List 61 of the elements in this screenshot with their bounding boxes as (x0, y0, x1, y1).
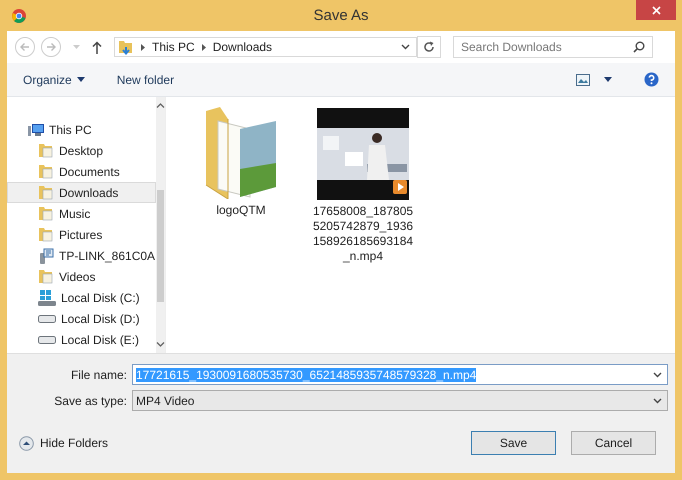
field-label: Save as type: (53, 394, 127, 408)
window-title: Save As (313, 7, 369, 24)
folder-icon (38, 269, 54, 284)
caret-icon (76, 77, 85, 82)
cancel-button[interactable]: Cancel (571, 431, 656, 455)
folder-icon (38, 164, 54, 179)
folder-icon (38, 185, 54, 200)
sidebar-item[interactable]: Music (7, 203, 156, 224)
sidebar-item[interactable]: Local Disk (D:) (7, 308, 156, 329)
breadcrumb-item[interactable]: This PC (152, 40, 195, 54)
folder-icon (204, 107, 278, 199)
new-folder-button[interactable]: New folder (110, 70, 180, 90)
folder-icon (118, 39, 134, 55)
caret-icon[interactable] (604, 77, 612, 82)
drive-icon (38, 314, 56, 322)
sidebar-item[interactable]: Videos (7, 266, 156, 287)
system-drive-icon (38, 290, 56, 306)
save-button[interactable]: Save (471, 431, 556, 455)
computer-icon (28, 122, 44, 136)
search-field[interactable]: Search Downloads (453, 36, 653, 58)
forward-arrow-icon (46, 42, 56, 52)
network-device-icon (38, 248, 54, 264)
dropdown-chevron-icon[interactable] (401, 44, 410, 50)
search-icon (633, 41, 645, 53)
organize-menu[interactable]: Organize (17, 70, 91, 90)
sidebar-item[interactable]: Desktop (7, 140, 156, 161)
collapse-icon (19, 436, 34, 450)
file-name[interactable]: 17658008_1878055205742879_1936158926185693184_n.mp4 (312, 204, 414, 264)
sidebar-item[interactable]: TP-LINK_861C0A (7, 245, 156, 266)
file-type-dropdown[interactable]: MP4 Video (132, 390, 668, 411)
sidebar-item[interactable]: Documents (7, 161, 156, 182)
help-icon[interactable] (644, 72, 659, 87)
address-bar[interactable]: This PC Downloads (114, 37, 417, 57)
sidebar-item[interactable]: Downloads (7, 182, 156, 203)
dropdown-chevron-icon (653, 372, 662, 378)
view-icon[interactable] (576, 74, 590, 86)
sidebar-item[interactable]: Local Disk (E:) (7, 329, 156, 350)
sidebar-item[interactable]: Pictures (7, 224, 156, 245)
breadcrumb-item[interactable]: Downloads (212, 40, 272, 54)
field-label: File name: (70, 368, 127, 382)
close-button[interactable] (636, 0, 676, 20)
drive-icon (38, 336, 56, 344)
refresh-button[interactable] (417, 36, 441, 58)
sidebar-item[interactable]: Local Disk (C:) (7, 287, 156, 308)
folder-icon (38, 206, 54, 221)
close-icon (652, 6, 660, 14)
app-icon (12, 9, 26, 23)
chevron-icon (202, 44, 206, 50)
sidebar-item[interactable]: This PC (7, 119, 156, 140)
up-arrow-icon[interactable] (92, 40, 102, 54)
hide-folders-button[interactable]: Hide Folders (19, 436, 108, 450)
dropdown-chevron-icon (653, 398, 662, 404)
folder-icon (38, 227, 54, 242)
scroll-up-icon[interactable] (156, 103, 166, 108)
scrollbar[interactable] (156, 97, 166, 353)
chevron-icon (141, 44, 145, 50)
refresh-icon (423, 41, 435, 53)
scroll-down-icon[interactable] (156, 342, 166, 347)
back-arrow-icon (20, 42, 30, 52)
folder-icon (38, 143, 54, 158)
file-name[interactable]: logoQTM (190, 203, 292, 218)
